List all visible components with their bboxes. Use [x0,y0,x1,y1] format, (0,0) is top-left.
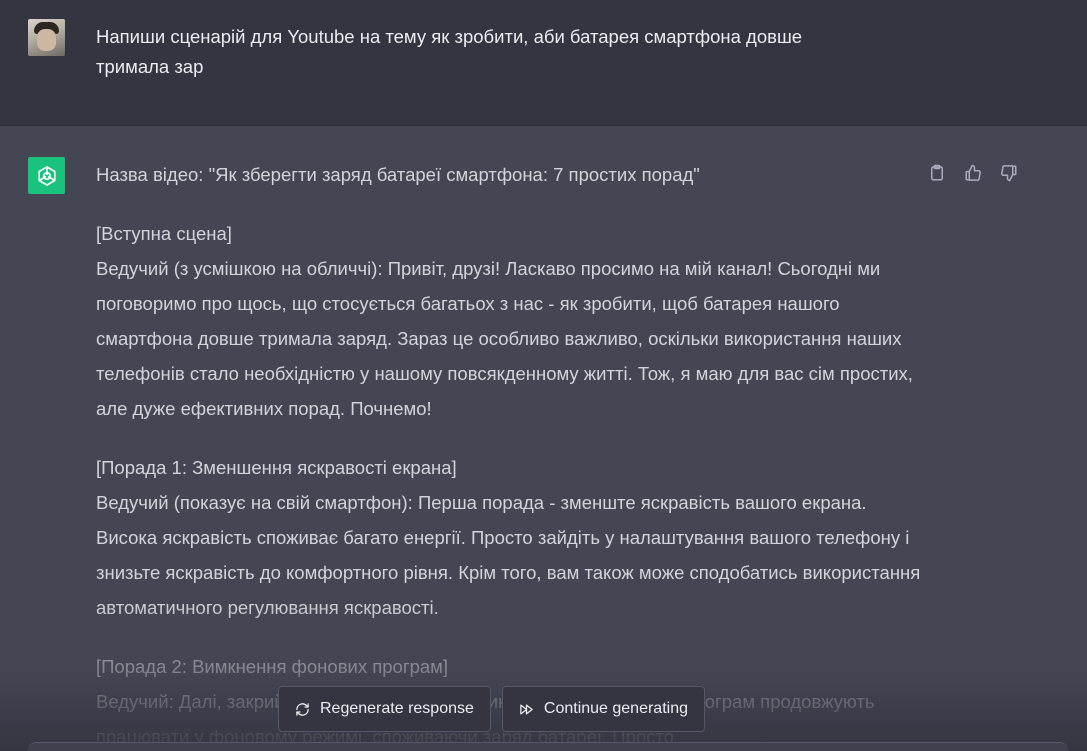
thumbs-down-icon [1001,165,1017,182]
assistant-message-row: Назва відео: "Як зберегти заряд батареї … [0,126,1087,751]
message-input-edge[interactable] [28,742,1068,751]
copy-button[interactable] [926,162,948,184]
user-message-row: Напиши сценарій для Youtube на тему як з… [0,0,1087,126]
continue-generating-button[interactable]: Continue generating [501,686,705,732]
section-body: Ведучий (з усмішкою на обличчі): Привіт,… [96,258,913,419]
user-avatar [28,19,65,56]
regenerate-response-button[interactable]: Regenerate response [278,686,491,732]
user-message-text: Напиши сценарій для Youtube на тему як з… [96,26,803,77]
section-heading: [Порада 1: Зменшення яскравості екрана] [96,457,457,478]
chat-page: Напиши сценарій для Youtube на тему як з… [0,0,1087,751]
continue-label: Continue generating [543,700,688,717]
section-body: Ведучий (показує на свій смартфон): Перш… [96,492,921,618]
assistant-avatar [28,157,65,194]
regenerate-label: Regenerate response [320,700,474,717]
refresh-icon [295,702,310,717]
thumbs-down-button[interactable] [998,162,1020,184]
assistant-message-text: Назва відео: "Як зберегти заряд батареї … [96,157,926,751]
section-heading: [Порада 2: Вимкнення фонових програм] [96,656,449,677]
clipboard-icon [931,164,943,181]
video-title-line: Назва відео: "Як зберегти заряд батареї … [96,164,700,185]
fast-forward-icon [519,702,534,717]
openai-logo-icon [37,165,56,186]
thumbs-up-icon [965,164,981,181]
message-actions [926,162,1020,184]
thumbs-up-button[interactable] [962,162,984,184]
section-heading: [Вступна сцена] [96,223,232,244]
generation-controls: Regenerate response Continue generating [278,686,705,732]
